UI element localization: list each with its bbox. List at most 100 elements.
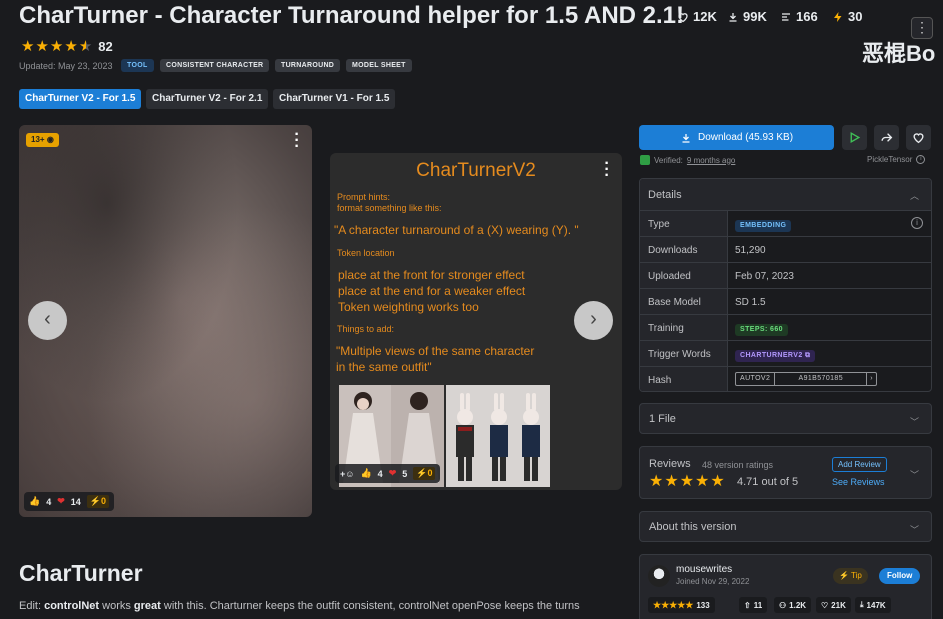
rating-count: 82	[98, 39, 113, 54]
download-button[interactable]: Download (45.93 KB)	[639, 125, 834, 150]
creator-joined: Joined Nov 29, 2022	[676, 577, 750, 586]
creator-rating: ★★★★★ 133	[648, 597, 715, 613]
hash-selector[interactable]: AUTOV2 A91B570185 ›	[735, 372, 877, 386]
download-icon: ⤓	[860, 600, 864, 609]
creator-followers: ⚇ 1.2K	[774, 597, 812, 613]
reviews-panel: Reviews 48 version ratings ★ ★ ★ ★ ★ 4.71 ou…	[639, 446, 932, 499]
detail-row-downloads: Downloads 51,290	[640, 236, 931, 262]
thumbs-up-icon: 👍	[360, 468, 372, 478]
tip-button[interactable]: ⚡ Tip	[833, 568, 868, 584]
tag-model-sheet[interactable]: MODEL SHEET	[346, 59, 412, 72]
creator-name[interactable]: mousewrites	[676, 564, 732, 575]
description-paragraph: Edit: controlNet works great with this. …	[19, 600, 580, 612]
heart-icon	[913, 133, 924, 144]
play-icon	[850, 131, 861, 144]
bolt-icon: ⚡	[839, 571, 849, 580]
heart-icon	[678, 12, 688, 22]
download-icon	[729, 12, 737, 22]
version-tab-v1-15[interactable]: CharTurner V1 - For 1.5	[273, 89, 396, 109]
detail-row-type: Type EMBEDDING i	[640, 210, 931, 236]
detail-row-training: Training STEPS: 660	[640, 314, 931, 340]
favorite-button[interactable]	[906, 125, 931, 150]
run-button[interactable]	[842, 125, 867, 150]
image-reactions[interactable]: +☺ 👍 4 ❤ 5 ⚡0	[335, 464, 441, 483]
eye-icon: ◉	[46, 135, 54, 144]
info-icon[interactable]: i	[916, 155, 926, 164]
users-icon: ⚇	[779, 600, 787, 610]
carousel-next-button[interactable]: ›	[574, 301, 613, 340]
carousel-prev-button[interactable]: ‹	[28, 301, 67, 340]
turnaround-thumbnail-rabbit	[446, 385, 550, 487]
star-icon: ★	[49, 38, 64, 55]
bolt-icon: ⚡	[89, 496, 102, 506]
reviews-stars: ★ ★ ★ ★ ★	[649, 473, 725, 490]
description-heading: CharTurner	[19, 560, 143, 586]
about-version-accordion[interactable]: About this version ﹀	[639, 511, 932, 542]
page-title: CharTurner - Character Turnaround helper…	[19, 2, 685, 29]
details-header[interactable]: Details ︿	[640, 179, 931, 210]
add-reaction-icon: +☺	[340, 468, 355, 479]
star-icon: ★	[35, 38, 49, 55]
image-menu-icon[interactable]: · · ·	[292, 127, 302, 155]
files-accordion[interactable]: 1 File ﹀	[639, 403, 932, 434]
upload-icon: ⇧	[744, 600, 751, 610]
overlay-text: 恶棍Bo	[862, 41, 936, 66]
avatar[interactable]	[648, 565, 670, 587]
star-icon: ★	[21, 38, 35, 55]
chevron-down-icon: ﹀	[909, 525, 919, 535]
info-icon[interactable]: i	[911, 217, 923, 229]
bolt-icon: ⚡	[416, 468, 428, 478]
detail-row-trigger: Trigger Words CHARTURNERV2 ⧉	[640, 340, 931, 366]
verified-status: Verified: 9 months ago	[640, 155, 735, 165]
detail-row-uploaded: Uploaded Feb 07, 2023	[640, 262, 931, 288]
training-badge: STEPS: 660	[735, 324, 788, 336]
downloads-stat: 99K	[727, 9, 767, 24]
download-icon	[682, 133, 690, 143]
half-star-icon: ★	[78, 38, 93, 55]
detail-row-hash: Hash AUTOV2 A91B570185 ›	[640, 366, 931, 391]
version-tab-v2-21[interactable]: CharTurner V2 - For 2.1	[146, 89, 269, 109]
chevron-down-icon: ﹀	[909, 417, 919, 427]
share-icon	[881, 133, 893, 142]
detail-row-base-model: Base Model SD 1.5	[640, 288, 931, 314]
updated-date: Updated: May 23, 2023	[19, 61, 113, 71]
image-reactions[interactable]: 👍 4 ❤ 14 ⚡0	[24, 492, 115, 511]
heart-icon: ♡	[821, 600, 829, 610]
star-icon: ★	[64, 38, 78, 55]
comments-stat: 166	[780, 9, 818, 24]
buzz-stat: 30	[832, 9, 862, 24]
likes-stat: 12K	[677, 9, 717, 24]
reviews-score: 4.71 out of 5	[737, 476, 799, 488]
heart-react-icon: ❤	[57, 496, 65, 506]
chevron-right-icon: ›	[866, 373, 876, 385]
version-tab-v2-15[interactable]: CharTurner V2 - For 1.5	[19, 89, 142, 109]
nsfw-badge[interactable]: 13+ ◉	[26, 133, 59, 147]
trigger-word-copy[interactable]: CHARTURNERV2 ⧉	[735, 350, 816, 362]
thumbs-up-icon: 👍	[29, 496, 41, 506]
tag-tool[interactable]: TOOL	[121, 59, 154, 72]
guide-title: CharTurnerV2	[416, 160, 536, 181]
creator-likes: ♡ 21K	[816, 597, 851, 613]
chevron-down-icon: ﹀	[909, 470, 919, 480]
tag-consistent-character[interactable]: CONSISTENT CHARACTER	[160, 59, 270, 72]
details-panel: Details ︿ Type EMBEDDING i Downloads 51,…	[639, 178, 932, 392]
add-review-button[interactable]: Add Review	[832, 457, 887, 472]
copy-icon: ⧉	[804, 352, 811, 359]
type-badge: EMBEDDING	[735, 220, 792, 232]
scanner-label: PickleTensor i	[867, 155, 926, 164]
shield-check-icon	[640, 155, 650, 165]
image-menu-icon[interactable]: · · ·	[602, 156, 612, 184]
bolt-icon	[834, 11, 842, 22]
creator-downloads: ⤓ 147K	[855, 597, 891, 613]
share-button[interactable]	[874, 125, 899, 150]
see-reviews-link[interactable]: See Reviews	[832, 477, 885, 487]
comments-icon	[782, 12, 790, 21]
creator-card: mousewrites Joined Nov 29, 2022 ⚡ Tip Fo…	[639, 554, 932, 619]
heart-react-icon: ❤	[388, 468, 397, 478]
creator-uploads: ⇧ 11	[739, 597, 768, 613]
chevron-up-icon: ︿	[909, 191, 919, 201]
tag-turnaround[interactable]: TURNAROUND	[275, 59, 341, 72]
follow-button[interactable]: Follow	[879, 568, 921, 584]
model-rating[interactable]: ★ ★ ★ ★ ★ 82	[21, 39, 113, 54]
verified-time-link[interactable]: 9 months ago	[687, 156, 735, 165]
